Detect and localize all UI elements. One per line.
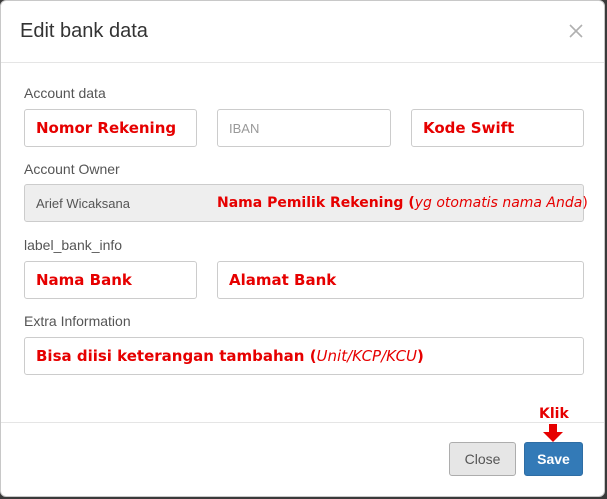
extra-info-label: Extra Information [24,313,131,329]
account-owner-value: Arief Wicaksana [36,195,130,211]
save-button[interactable]: Save [524,442,583,476]
extra-info-italic: Unit/KCP/KCU [316,347,418,365]
bank-name-value: Nama Bank [36,271,132,289]
edit-bank-modal: Edit bank data Account data Nomor Rekeni… [0,0,605,497]
owner-annotation-italic: yg otomatis nama Anda [414,195,583,211]
owner-annotation-end: ) [582,195,588,211]
bank-name-input[interactable]: Nama Bank [24,261,197,299]
modal-header: Edit bank data [1,1,604,63]
extra-info-value: Bisa diisi keterangan tambahan (Unit/KCP… [36,347,424,365]
account-data-label: Account data [24,85,106,101]
extra-info-end: ) [417,347,424,365]
account-number-input[interactable]: Nomor Rekening [24,109,197,147]
arrow-down-icon [542,424,564,442]
bank-info-label: label_bank_info [24,237,123,253]
modal-title: Edit bank data [20,20,148,42]
owner-annotation: Nama Pemilik Rekening (yg otomatis nama … [217,195,588,211]
click-annotation: Klik [539,406,569,422]
bank-address-value: Alamat Bank [229,271,337,289]
swift-code-input[interactable]: Kode Swift [411,109,584,147]
iban-input[interactable]: IBAN [217,109,391,147]
swift-code-value: Kode Swift [423,119,515,137]
close-icon[interactable] [566,21,586,41]
close-button[interactable]: Close [449,442,516,476]
account-owner-label: Account Owner [24,161,120,177]
extra-info-input[interactable]: Bisa diisi keterangan tambahan (Unit/KCP… [24,337,584,375]
iban-placeholder: IBAN [229,120,260,136]
bank-address-input[interactable]: Alamat Bank [217,261,584,299]
owner-annotation-main: Nama Pemilik Rekening ( [217,195,415,211]
extra-info-main: Bisa diisi keterangan tambahan ( [36,347,317,365]
account-number-value: Nomor Rekening [36,119,177,137]
